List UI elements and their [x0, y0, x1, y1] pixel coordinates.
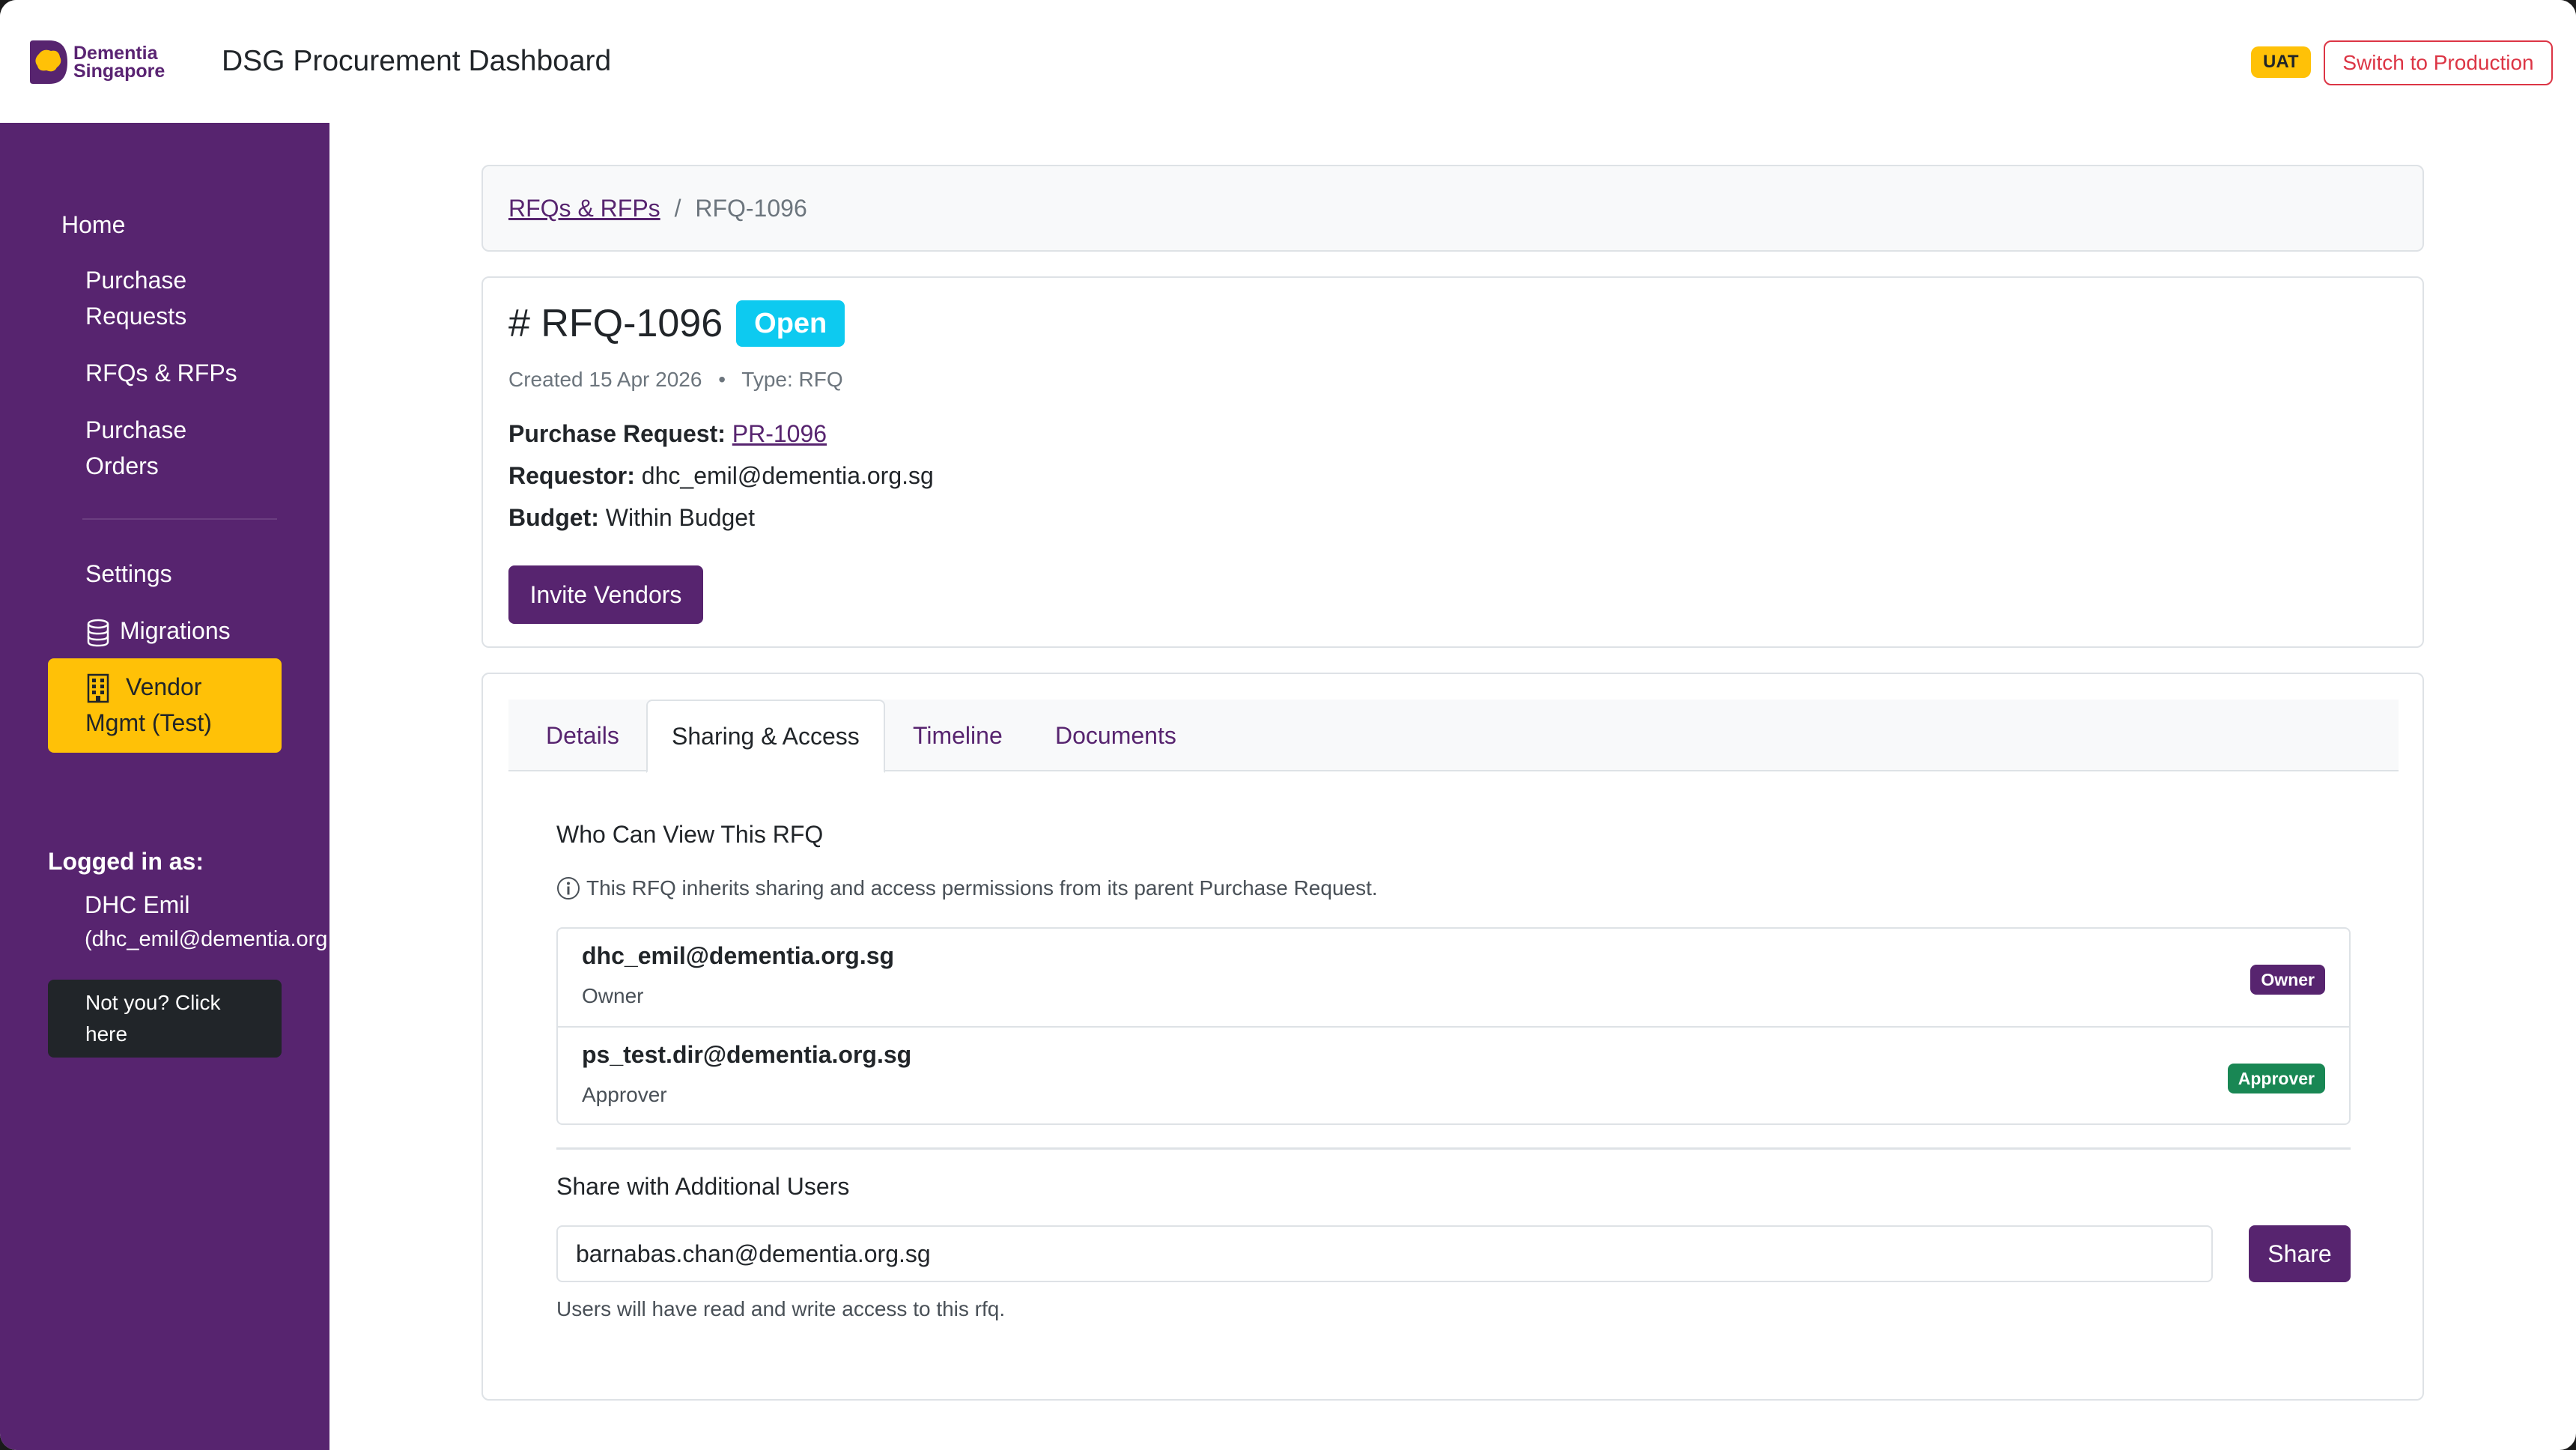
sidebar-item-vendor-mgmt[interactable]: Vendor Mgmt (Test) [48, 658, 282, 753]
sidebar-item-label: Vendor [126, 673, 202, 700]
breadcrumb-current: RFQ-1096 [695, 195, 807, 222]
sidebar-item-label: Purchase [85, 267, 187, 294]
breadcrumb-trail: RFQs & RFPs / RFQ-1096 [508, 195, 807, 222]
list-item: dhc_emil@dementia.org.sg Owner Owner [558, 929, 2349, 1026]
logo-line-2: Singapore [73, 61, 165, 82]
info-icon [557, 877, 580, 900]
app-window: Dementia Singapore DSG Procurement Dashb… [0, 0, 2576, 1450]
sidebar-item-label: Mgmt (Test) [85, 709, 212, 736]
sidebar-item-label: Orders [85, 452, 159, 479]
role-badge-owner: Owner [2250, 965, 2325, 995]
tab-sharing-access[interactable]: Sharing & Access [646, 700, 885, 773]
database-icon [87, 619, 109, 646]
app-title: DSG Procurement Dashboard [222, 45, 612, 77]
sidebar-item-settings[interactable]: Settings [85, 556, 172, 592]
sidebar: Home Purchase Requests RFQs & RFPs Purch… [0, 123, 364, 1450]
user-role: Owner [582, 984, 644, 1007]
section-divider [556, 1147, 2351, 1150]
inherit-note: This RFQ inherits sharing and access per… [556, 876, 1378, 900]
sidebar-item-purchase-requests[interactable]: Purchase Requests [85, 262, 186, 334]
building-icon [87, 673, 109, 703]
tab-bar: Details Sharing & Access Timeline Docume… [508, 700, 2399, 773]
logo-line-1: Dementia [73, 43, 158, 64]
user-email: ps_test.dir@dementia.org.sg [582, 1041, 912, 1068]
breadcrumb: RFQs & RFPs / RFQ-1096 [482, 165, 2424, 252]
rfq-title-text: # RFQ-1096 [508, 302, 723, 345]
purchase-request-link[interactable]: PR-1096 [732, 420, 827, 447]
field-label: Requestor: [508, 462, 635, 489]
page-title: # RFQ-1096 Open [508, 300, 845, 347]
role-badge-approver: Approver [2227, 1064, 2325, 1093]
sidebar-item-home[interactable]: Home [61, 207, 125, 243]
not-you-label: here [85, 1022, 128, 1046]
list-item: ps_test.dir@dementia.org.sg Approver App… [558, 1026, 2349, 1123]
who-can-view-title: Who Can View This RFQ [556, 821, 824, 848]
tab-details[interactable]: Details [546, 700, 619, 771]
field-label: Budget: [508, 504, 599, 531]
breadcrumb-separator: / [674, 195, 681, 222]
env-badge: UAT [2251, 46, 2311, 78]
top-bar: Dementia Singapore DSG Procurement Dashb… [0, 0, 2576, 123]
logo[interactable]: Dementia Singapore [27, 37, 177, 87]
share-button[interactable]: Share [2249, 1225, 2351, 1282]
not-you-label: Not you? Click [85, 991, 221, 1014]
logo-icon [30, 40, 67, 84]
breadcrumb-link-rfqs[interactable]: RFQs & RFPs [508, 195, 660, 222]
rfq-type: Type: RFQ [741, 368, 843, 391]
logged-in-label: Logged in as: [48, 848, 204, 875]
share-email-input[interactable] [556, 1225, 2213, 1282]
sidebar-item-purchase-orders[interactable]: Purchase Orders [85, 412, 186, 484]
sidebar-item-label: Requests [85, 303, 187, 330]
invite-vendors-button[interactable]: Invite Vendors [508, 565, 703, 624]
user-email: dhc_emil@dementia.org.sg [582, 942, 895, 969]
sidebar-divider [82, 518, 277, 520]
logo-text: Dementia Singapore [73, 43, 165, 82]
tab-documents[interactable]: Documents [1055, 700, 1176, 771]
share-help-text: Users will have read and write access to… [556, 1297, 1006, 1320]
sidebar-item-migrations[interactable]: Migrations [85, 613, 231, 649]
access-user-list: dhc_emil@dementia.org.sg Owner Owner ps_… [556, 927, 2351, 1125]
sidebar-item-label: Migrations [120, 617, 231, 644]
purchase-request-field: Purchase Request: PR-1096 [508, 420, 827, 448]
tabs-card: Details Sharing & Access Timeline Docume… [482, 673, 2424, 1401]
user-role: Approver [582, 1083, 667, 1106]
created-date: Created 15 Apr 2026 [508, 368, 702, 391]
field-label: Purchase Request: [508, 420, 726, 447]
not-you-button[interactable]: Not you? Click here [48, 980, 282, 1058]
switch-to-production-button[interactable]: Switch to Production [2324, 40, 2553, 85]
share-additional-title: Share with Additional Users [556, 1173, 850, 1200]
requestor-field: Requestor: dhc_emil@dementia.org.sg [508, 462, 934, 490]
field-value: Within Budget [605, 504, 755, 531]
budget-field: Budget: Within Budget [508, 504, 755, 532]
status-badge: Open [736, 300, 845, 347]
meta-separator: • [718, 368, 726, 391]
tab-timeline[interactable]: Timeline [913, 700, 1003, 771]
logged-in-user-name: DHC Emil [85, 891, 190, 918]
field-value: dhc_emil@dementia.org.sg [641, 462, 934, 489]
rfq-meta: Created 15 Apr 2026 • Type: RFQ [508, 368, 843, 392]
rfq-header-card: # RFQ-1096 Open Created 15 Apr 2026 • Ty… [482, 276, 2424, 648]
inherit-note-text: This RFQ inherits sharing and access per… [586, 876, 1378, 900]
logged-in-user-email: (dhc_emil@dementia.org.sg) [85, 927, 364, 951]
sidebar-item-label: Purchase [85, 416, 187, 443]
sidebar-item-rfqs-rfps[interactable]: RFQs & RFPs [85, 355, 237, 391]
